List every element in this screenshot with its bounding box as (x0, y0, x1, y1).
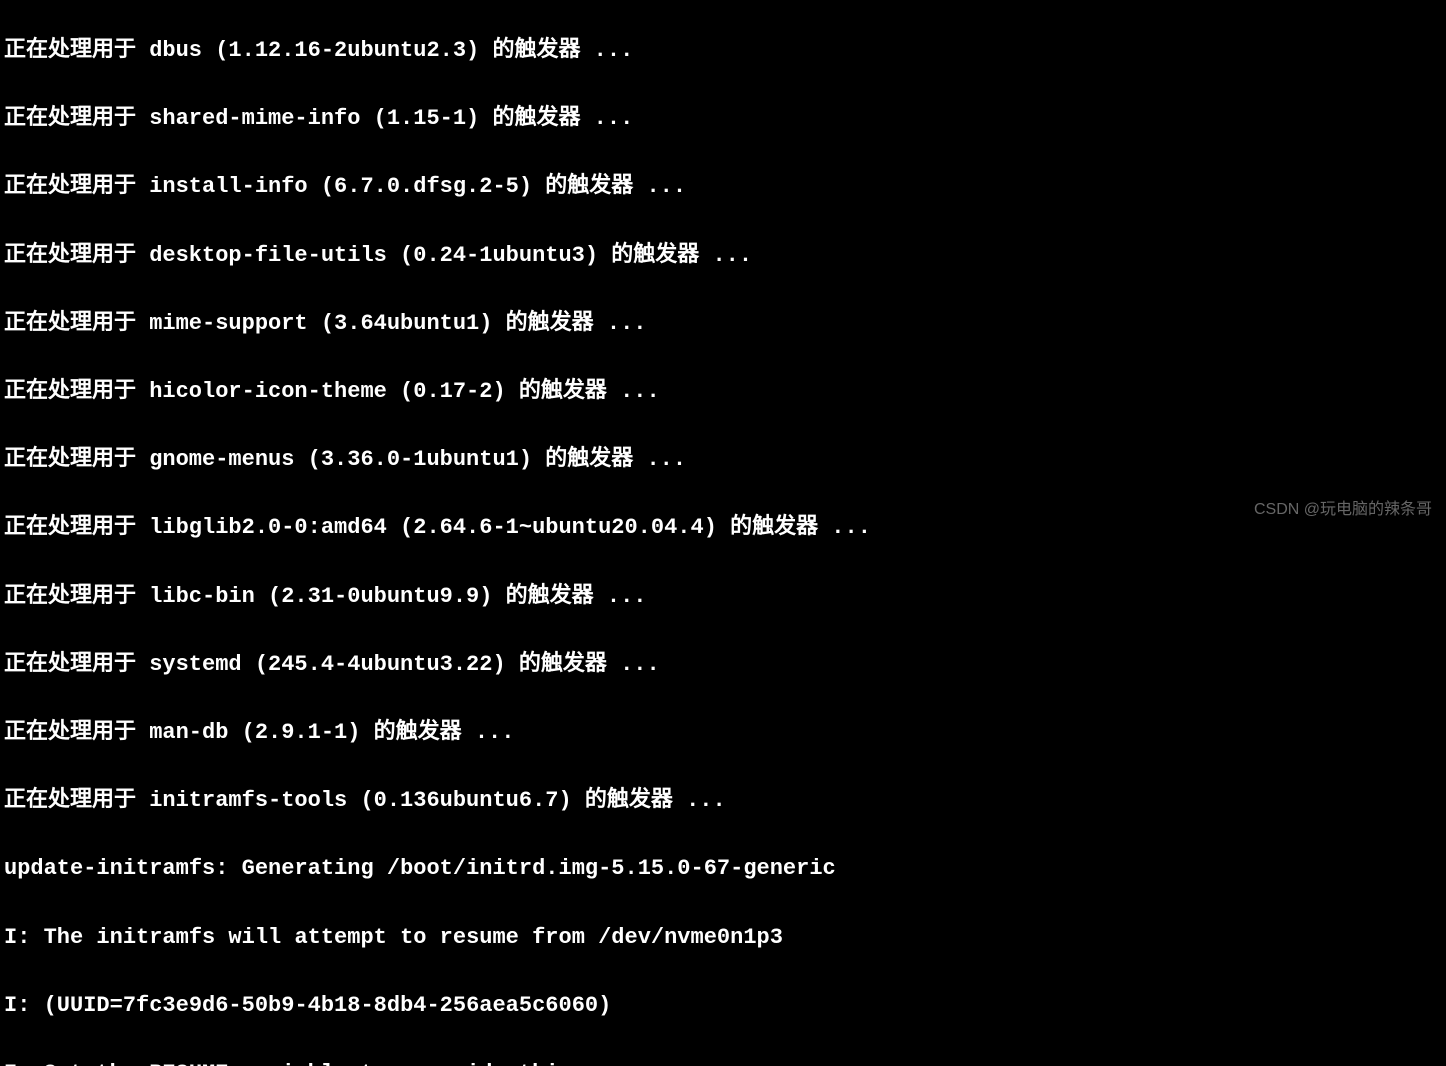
line-package: systemd (245.4-4ubuntu3.22) (149, 652, 505, 677)
line-prefix: 正在处理用于 (4, 584, 149, 609)
line-suffix: 的触发器 ... (492, 584, 646, 609)
terminal-text: I: Set the RESUME variable to override t… (4, 1061, 585, 1066)
line-prefix: 正在处理用于 (4, 106, 149, 131)
line-prefix: 正在处理用于 (4, 243, 149, 268)
terminal-line: 正在处理用于 libc-bin (2.31-0ubuntu9.9) 的触发器 .… (4, 580, 1442, 614)
line-package: shared-mime-info (1.15-1) (149, 106, 479, 131)
line-suffix: 的触发器 ... (360, 720, 514, 745)
terminal-line: update-initramfs: Generating /boot/initr… (4, 852, 1442, 886)
line-prefix: 正在处理用于 (4, 720, 149, 745)
line-suffix: 的触发器 ... (717, 515, 871, 540)
line-suffix: 的触发器 ... (532, 447, 686, 472)
line-suffix: 的触发器 ... (506, 379, 660, 404)
line-package: initramfs-tools (0.136ubuntu6.7) (149, 788, 571, 813)
line-package: gnome-menus (3.36.0-1ubuntu1) (149, 447, 532, 472)
terminal-line: 正在处理用于 dbus (1.12.16-2ubuntu2.3) 的触发器 ..… (4, 34, 1442, 68)
line-package: libc-bin (2.31-0ubuntu9.9) (149, 584, 492, 609)
terminal-line: 正在处理用于 systemd (245.4-4ubuntu3.22) 的触发器 … (4, 648, 1442, 682)
line-package: desktop-file-utils (0.24-1ubuntu3) (149, 243, 598, 268)
line-prefix: 正在处理用于 (4, 447, 149, 472)
line-suffix: 的触发器 ... (479, 38, 633, 63)
line-package: libglib2.0-0:amd64 (2.64.6-1~ubuntu20.04… (149, 515, 717, 540)
terminal-output: 正在处理用于 dbus (1.12.16-2ubuntu2.3) 的触发器 ..… (0, 0, 1446, 1066)
line-prefix: 正在处理用于 (4, 38, 149, 63)
terminal-line: 正在处理用于 desktop-file-utils (0.24-1ubuntu3… (4, 239, 1442, 273)
line-suffix: 的触发器 ... (532, 174, 686, 199)
line-prefix: 正在处理用于 (4, 515, 149, 540)
line-prefix: 正在处理用于 (4, 788, 149, 813)
line-suffix: 的触发器 ... (598, 243, 752, 268)
terminal-line: 正在处理用于 hicolor-icon-theme (0.17-2) 的触发器 … (4, 375, 1442, 409)
terminal-line: 正在处理用于 man-db (2.9.1-1) 的触发器 ... (4, 716, 1442, 750)
line-package: install-info (6.7.0.dfsg.2-5) (149, 174, 532, 199)
terminal-line: 正在处理用于 libglib2.0-0:amd64 (2.64.6-1~ubun… (4, 511, 1442, 545)
terminal-line: I: The initramfs will attempt to resume … (4, 921, 1442, 955)
terminal-line: 正在处理用于 initramfs-tools (0.136ubuntu6.7) … (4, 784, 1442, 818)
line-prefix: 正在处理用于 (4, 652, 149, 677)
watermark-text: CSDN @玩电脑的辣条哥 (1254, 498, 1432, 523)
terminal-line: 正在处理用于 gnome-menus (3.36.0-1ubuntu1) 的触发… (4, 443, 1442, 477)
line-package: mime-support (3.64ubuntu1) (149, 311, 492, 336)
line-suffix: 的触发器 ... (572, 788, 726, 813)
line-prefix: 正在处理用于 (4, 311, 149, 336)
line-package: man-db (2.9.1-1) (149, 720, 360, 745)
line-package: hicolor-icon-theme (0.17-2) (149, 379, 505, 404)
line-suffix: 的触发器 ... (479, 106, 633, 131)
terminal-line: 正在处理用于 mime-support (3.64ubuntu1) 的触发器 .… (4, 307, 1442, 341)
terminal-line: I: (UUID=7fc3e9d6-50b9-4b18-8db4-256aea5… (4, 989, 1442, 1023)
terminal-line: 正在处理用于 shared-mime-info (1.15-1) 的触发器 ..… (4, 102, 1442, 136)
line-suffix: 的触发器 ... (492, 311, 646, 336)
line-prefix: 正在处理用于 (4, 379, 149, 404)
terminal-line: 正在处理用于 install-info (6.7.0.dfsg.2-5) 的触发… (4, 170, 1442, 204)
line-prefix: 正在处理用于 (4, 174, 149, 199)
line-package: dbus (1.12.16-2ubuntu2.3) (149, 38, 479, 63)
line-suffix: 的触发器 ... (506, 652, 660, 677)
terminal-line: I: Set the RESUME variable to override t… (4, 1057, 1442, 1066)
